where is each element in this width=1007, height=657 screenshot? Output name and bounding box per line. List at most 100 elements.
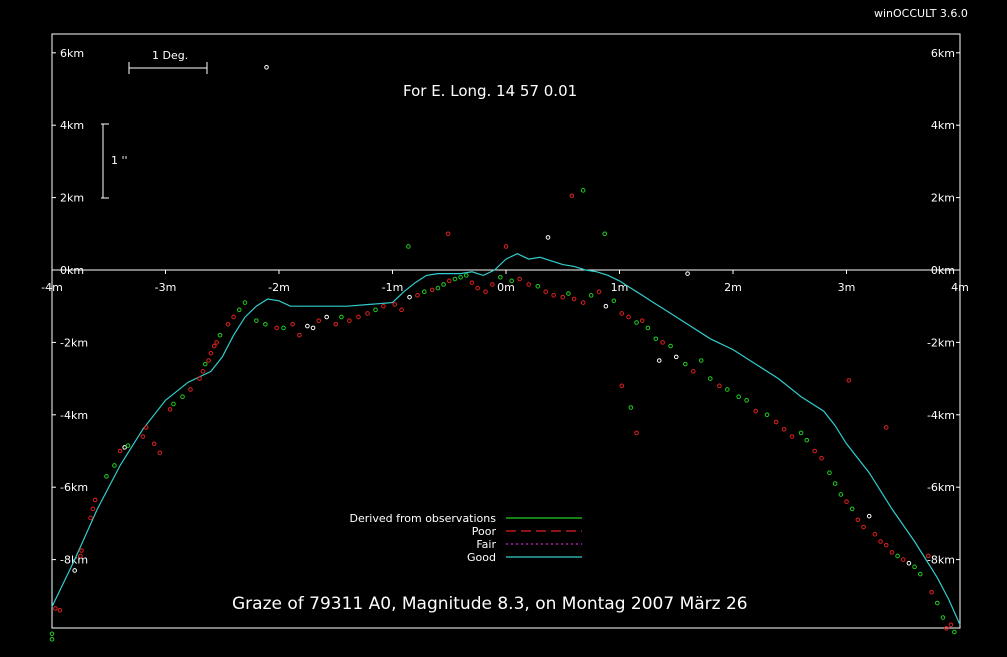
scale-degree: 1 Deg. (128, 49, 208, 74)
observation-point (653, 336, 659, 342)
observation-point (200, 369, 206, 374)
observation-point (889, 550, 895, 555)
observation-points (49, 64, 957, 642)
y-tick-label-right: 0km (931, 264, 955, 277)
x-tick-label: 2m (724, 281, 742, 294)
y-tick-label-right: -4km (927, 409, 955, 422)
observation-point (861, 524, 866, 530)
observation-point (297, 332, 302, 338)
observation-point (217, 332, 223, 338)
observation-point (660, 340, 665, 345)
observation-point (917, 571, 923, 577)
observation-point (399, 307, 404, 313)
observation-point (940, 615, 946, 620)
observation-point (365, 311, 370, 316)
x-tick-label: 4m (951, 281, 969, 294)
observation-point (167, 407, 173, 412)
occultation-chart: winOCCULT 3.6.0 -4m -3m -2m -1m 0m 1m 2m 3m 4m 6… (41, 7, 969, 642)
observation-point (634, 320, 639, 325)
scale-arcsec: 1 '' (101, 123, 128, 199)
observation-point (49, 631, 55, 637)
observation-point (673, 354, 679, 360)
observation-point (906, 560, 912, 566)
y-tick-label-right: -2km (927, 336, 955, 349)
observation-point (452, 276, 458, 282)
scale-arcsec-label: 1 '' (111, 154, 128, 167)
observation-point (381, 303, 386, 309)
observation-point (214, 340, 219, 345)
observation-point (819, 455, 824, 461)
observation-point (717, 383, 722, 389)
observation-point (112, 463, 117, 468)
observation-point (596, 289, 602, 295)
observation-point (490, 282, 495, 287)
y-tick-label-right: 2km (931, 192, 955, 205)
observation-point (639, 318, 645, 323)
observation-point (458, 274, 463, 280)
observation-point (503, 244, 509, 249)
observation-point (736, 394, 741, 400)
observation-point (445, 231, 451, 237)
observation-point (339, 314, 344, 320)
observation-point (188, 387, 193, 392)
observation-point (569, 193, 575, 199)
observation-point (725, 387, 730, 392)
observation-point (415, 293, 420, 298)
observation-point (683, 361, 688, 367)
observation-point (125, 443, 131, 448)
observation-point (88, 515, 93, 521)
observation-point (656, 358, 662, 363)
scale-degree-label: 1 Deg. (152, 49, 188, 62)
legend-label: Fair (476, 538, 496, 551)
observation-point (619, 311, 625, 316)
observation-point (356, 314, 361, 320)
y-tick-label-left: 4km (60, 119, 84, 132)
observation-point (708, 376, 713, 381)
observation-point (264, 64, 269, 70)
observation-point (883, 425, 889, 430)
observation-point (781, 426, 787, 432)
observation-point (645, 325, 651, 331)
observation-point (827, 470, 832, 476)
observation-point (849, 506, 855, 512)
observation-point (117, 448, 123, 454)
observation-point (236, 307, 242, 313)
observation-point (202, 361, 208, 367)
observation-point (263, 322, 268, 327)
observation-point (560, 294, 566, 300)
observation-point (290, 322, 295, 327)
app-title: winOCCULT 3.6.0 (874, 7, 968, 20)
observation-point (429, 287, 435, 293)
observation-point (846, 378, 852, 383)
observation-point (57, 607, 63, 613)
observation-point (832, 481, 838, 486)
observation-point (566, 291, 571, 296)
observation-point (878, 539, 883, 544)
observation-point (580, 188, 586, 193)
y-tick-label-left: -2km (60, 336, 88, 349)
observation-point (407, 294, 412, 300)
observation-point (912, 564, 917, 570)
observation-point (628, 405, 634, 410)
observation-point (373, 307, 378, 313)
observation-point (274, 325, 280, 331)
observation-point (151, 441, 157, 447)
observation-point (580, 300, 586, 305)
legend-label: Derived from observations (350, 512, 497, 525)
observation-point (698, 358, 704, 363)
observation-point (619, 383, 625, 389)
observation-point (789, 434, 795, 439)
plot-frame (51, 33, 961, 629)
observation-point (543, 289, 549, 295)
observation-point (838, 492, 844, 497)
y-axis-ticks: 6km 6km 4km 4km 2km 2km 0km 0km -2km -2km -4km -4km… (52, 47, 960, 567)
observation-point (104, 474, 109, 479)
observation-point (883, 542, 889, 548)
observation-point (517, 276, 522, 282)
y-tick-label-left: 0km (60, 264, 84, 277)
observation-point (588, 293, 594, 298)
y-tick-label-right: -8km (927, 554, 955, 567)
observation-point (602, 231, 608, 237)
observation-point (324, 314, 329, 320)
observation-point (764, 412, 770, 418)
